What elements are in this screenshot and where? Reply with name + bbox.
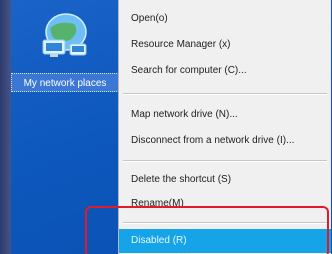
context-menu: Open(o) Resource Manager (x) Search for … [118, 0, 331, 254]
menu-item-search-computer[interactable]: Search for computer (C)... [119, 59, 331, 83]
taskbar-edge [0, 0, 11, 254]
menu-item-map-network-drive[interactable]: Map network drive (N)... [119, 103, 331, 127]
menu-item-rename[interactable]: Rename(M) [119, 192, 331, 216]
menu-item-open[interactable]: Open(o) [119, 7, 331, 31]
network-places-shortcut[interactable]: My network places [11, 0, 121, 95]
menu-separator [123, 93, 327, 95]
menu-separator [123, 160, 327, 162]
menu-item-disconnect-network-drive[interactable]: Disconnect from a network drive (I)... [119, 129, 331, 153]
network-places-icon [36, 10, 92, 62]
menu-item-delete-shortcut[interactable]: Delete the shortcut (S) [119, 168, 331, 192]
menu-item-resource-manager[interactable]: Resource Manager (x) [119, 33, 331, 57]
menu-item-disabled[interactable]: Disabled (R) [119, 229, 331, 253]
menu-separator [123, 222, 327, 224]
network-places-label: My network places [11, 73, 119, 92]
